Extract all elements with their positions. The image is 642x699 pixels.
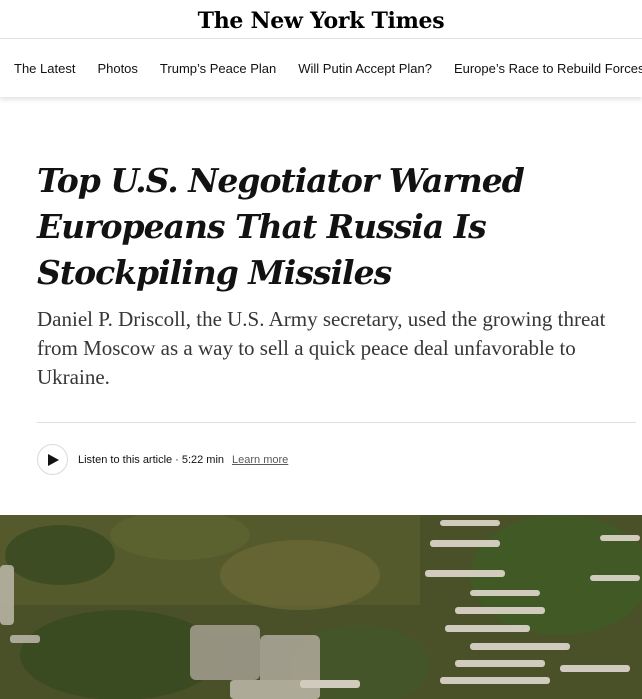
nav-item-photos[interactable]: Photos [97, 61, 137, 76]
learn-more-link[interactable]: Learn more [232, 454, 288, 466]
listen-label: Listen to this article [78, 453, 173, 466]
audio-player: Listen to this article · 5:22 min Learn … [37, 443, 288, 476]
nyt-logo[interactable]: The New York Times [198, 8, 445, 34]
lead-photo [0, 515, 642, 699]
article-headline: Top U.S. Negotiator Warned Europeans Tha… [37, 161, 525, 292]
nav-item-will-putin-accept-plan[interactable]: Will Putin Accept Plan? [298, 61, 432, 76]
play-icon [48, 453, 59, 466]
audio-separator: · [175, 453, 179, 466]
masthead: The New York Times [0, 0, 642, 38]
section-nav: The Latest Photos Trump’s Peace Plan Wil… [0, 38, 642, 97]
audio-duration: 5:22 min [181, 453, 225, 466]
nav-item-trumps-peace-plan[interactable]: Trump’s Peace Plan [160, 61, 276, 76]
play-button[interactable] [37, 444, 68, 475]
divider [37, 422, 636, 423]
article-summary: Daniel P. Driscoll, the U.S. Army secret… [37, 307, 606, 389]
aerial-field-image [0, 515, 642, 699]
nav-item-europes-race[interactable]: Europe’s Race to Rebuild Forces [454, 61, 642, 76]
nav-item-the-latest[interactable]: The Latest [14, 61, 75, 76]
